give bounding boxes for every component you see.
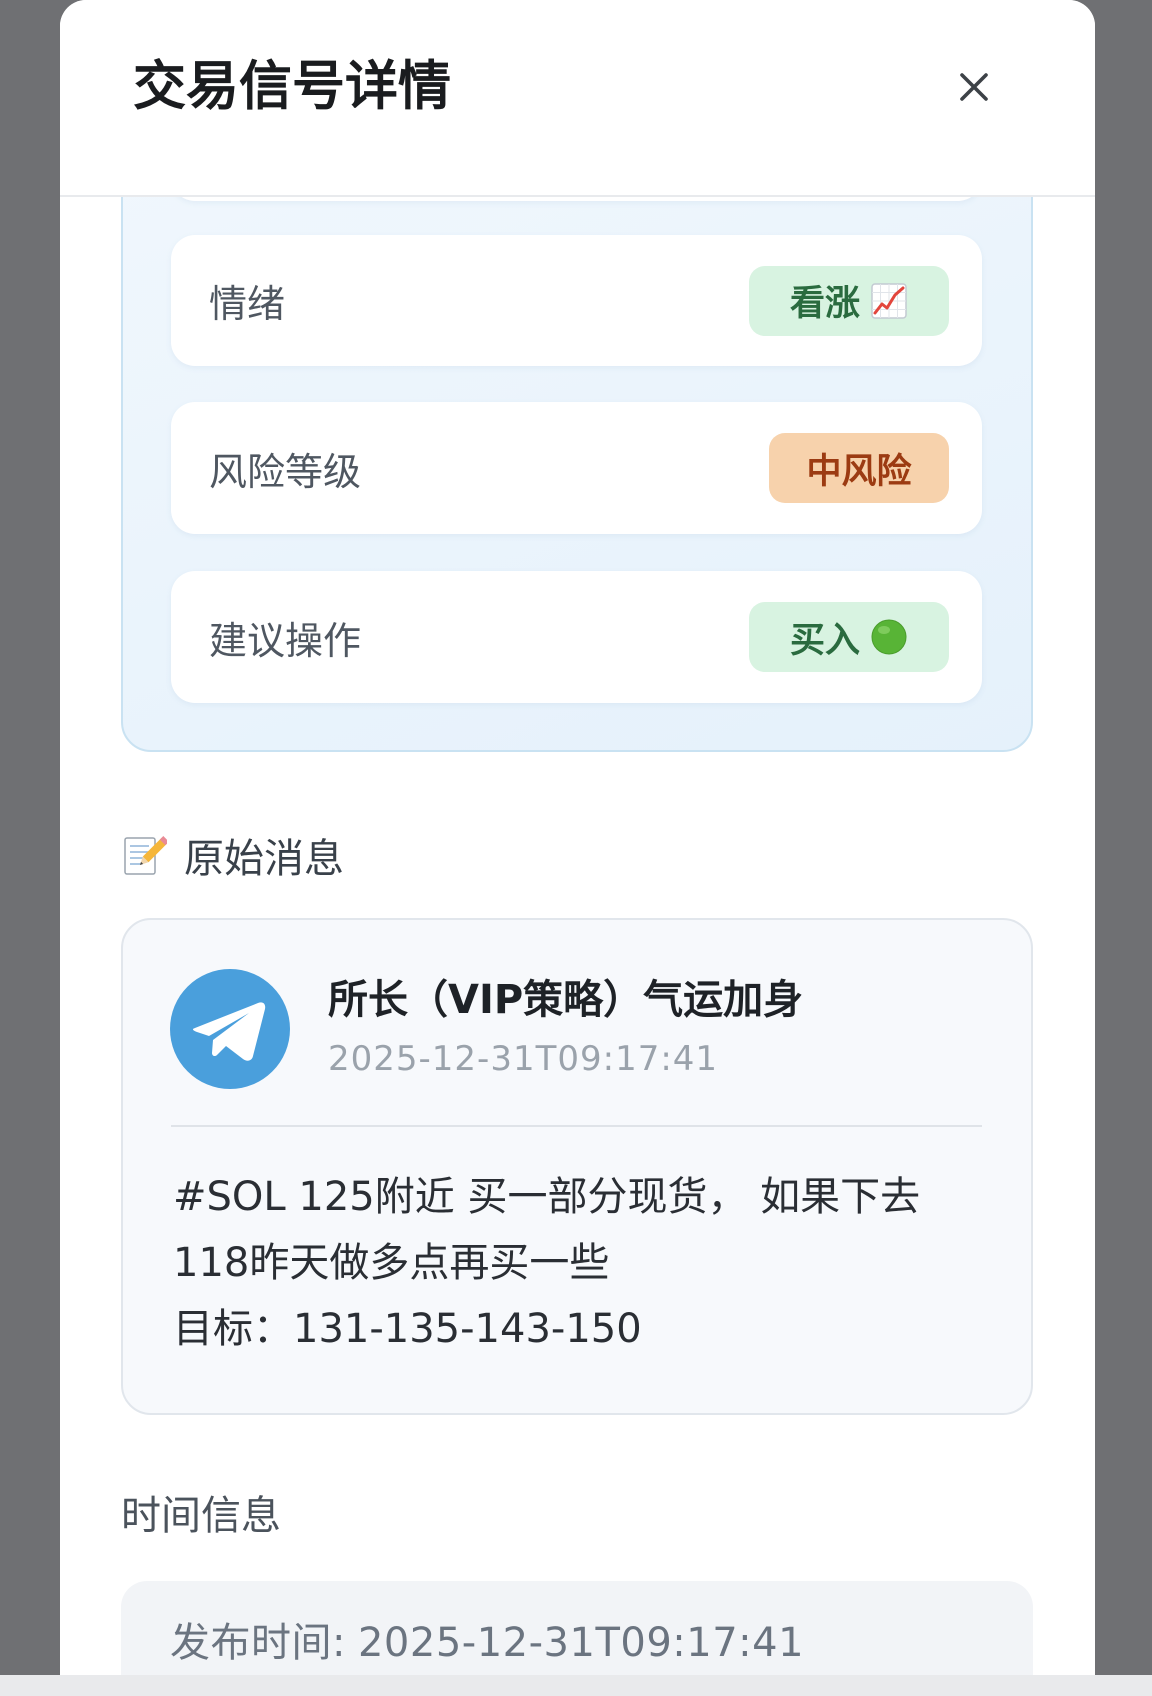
row-label: 建议操作: [209, 618, 362, 663]
row-label: 情绪: [209, 282, 286, 326]
detail-row-sentiment: 情绪 看涨: [171, 235, 982, 366]
close-icon[interactable]: [957, 70, 991, 104]
bottom-edge: [0, 1675, 1152, 1696]
chart-increasing-icon: [870, 282, 908, 320]
action-badge: 买入: [749, 602, 949, 672]
message-line: 目标：131-135-143-150: [173, 1306, 642, 1352]
publish-time-value: 2025-12-31T09:17:41: [357, 1620, 805, 1666]
modal-title: 交易信号详情: [133, 56, 451, 117]
message-timestamp: 2025-12-31T09:17:41: [328, 1039, 719, 1079]
channel-name: 所长（VIP策略）气运加身: [328, 977, 804, 1023]
publish-time-row: 发布时间: 2025-12-31T09:17:41: [170, 1615, 804, 1671]
badge-text: 买入: [789, 620, 860, 661]
sentiment-badge: 看涨: [749, 265, 949, 336]
close-button[interactable]: [952, 65, 996, 109]
signal-detail-modal: 交易信号详情 情绪 看涨 风险等级 中风险 建议操作 买入 原始消息 所长（VI…: [60, 0, 1095, 1696]
green-circle-icon: [870, 618, 908, 656]
modal-body[interactable]: 情绪 看涨 风险等级 中风险 建议操作 买入 原始消息 所长（VIP策略）气运加…: [60, 0, 1095, 1696]
message-card: 所长（VIP策略）气运加身 2025-12-31T09:17:41 #SOL 1…: [121, 918, 1033, 1415]
badge-text: 中风险: [806, 451, 912, 492]
row-label: 风险等级: [209, 449, 362, 494]
time-info-heading: 时间信息: [121, 1493, 281, 1539]
memo-icon: [121, 832, 167, 878]
divider: [171, 1125, 982, 1127]
modal-header: 交易信号详情: [60, 0, 1095, 197]
section-title: 原始消息: [184, 836, 344, 882]
original-message-heading: 原始消息: [121, 831, 344, 882]
risk-badge: 中风险: [769, 433, 949, 503]
detail-row-action: 建议操作 买入: [171, 571, 982, 703]
badge-text: 看涨: [789, 284, 860, 324]
telegram-icon: [170, 969, 290, 1089]
publish-time-label: 发布时间:: [170, 1620, 346, 1666]
detail-row-risk: 风险等级 中风险: [171, 402, 982, 534]
message-line: #SOL 125附近 买一部分现货， 如果下去: [173, 1174, 921, 1220]
message-line: 118昨天做多点再买一些: [173, 1240, 610, 1286]
signal-summary-card: 情绪 看涨 风险等级 中风险 建议操作 买入: [121, 150, 1033, 752]
message-text: #SOL 125附近 买一部分现货， 如果下去 118昨天做多点再买一些 目标：…: [173, 1164, 920, 1362]
